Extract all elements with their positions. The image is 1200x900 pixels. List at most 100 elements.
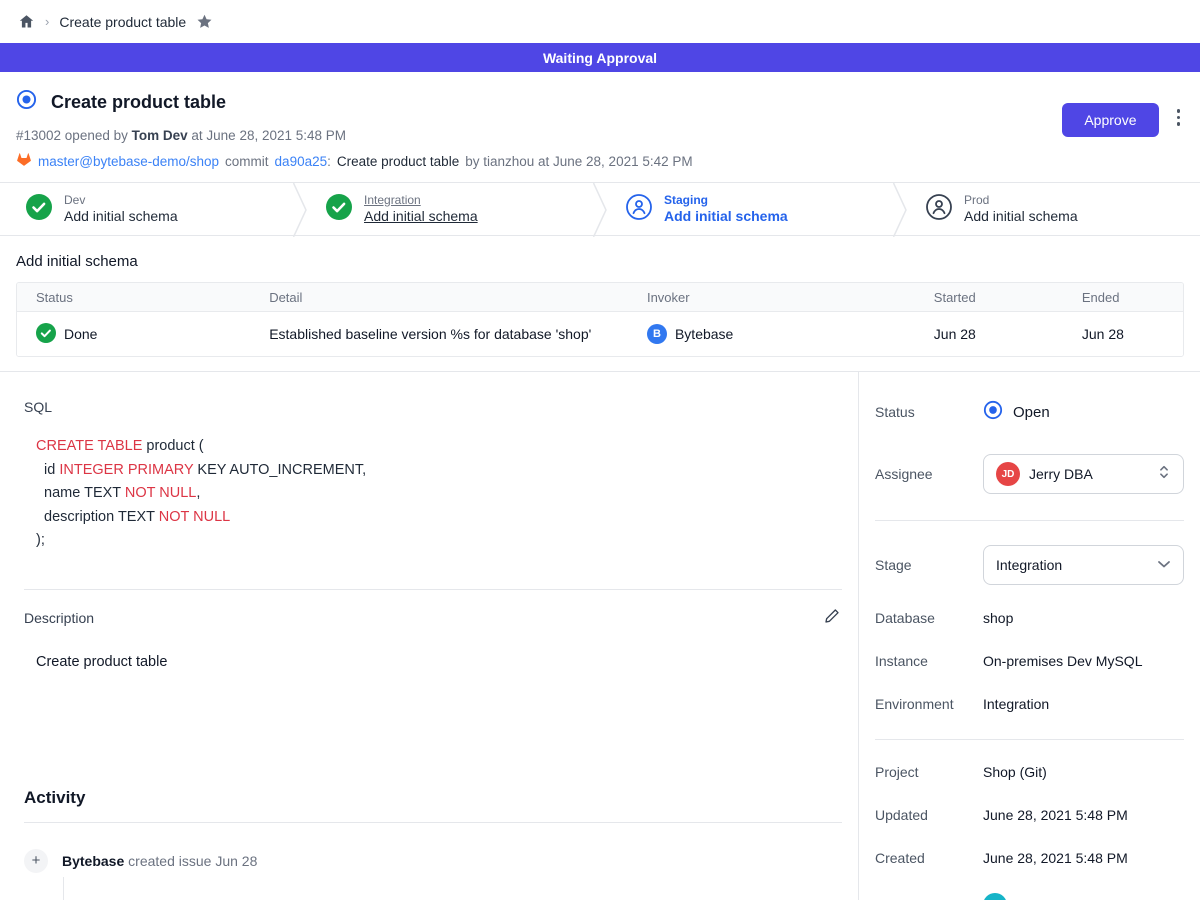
stage-separator xyxy=(893,183,907,237)
sql-label: SQL xyxy=(24,399,842,415)
stage-task-label: Add initial schema xyxy=(664,208,788,226)
vcs-line: master@bytebase-demo/shop commit da90a25… xyxy=(16,152,1062,170)
sql-line: ); xyxy=(36,529,842,553)
pipeline-stage-prod[interactable]: Prod Add initial schema xyxy=(900,183,1200,235)
stage-separator xyxy=(293,183,307,237)
status-open-icon xyxy=(983,400,1003,424)
invoker-avatar: B xyxy=(647,324,667,344)
stage-label: Stage xyxy=(875,557,983,573)
assignee-avatar: JD xyxy=(996,462,1020,486)
activity-action: created issue Jun 28 xyxy=(128,853,257,869)
pipeline-stage-integration[interactable]: Integration Add initial schema xyxy=(300,183,600,235)
home-icon[interactable] xyxy=(18,13,35,30)
issue-author: Tom Dev xyxy=(132,128,188,143)
vcs-byline: by tianzhou at June 28, 2021 5:42 PM xyxy=(465,154,692,169)
stage-separator xyxy=(593,183,607,237)
plus-icon: + xyxy=(24,849,48,873)
activity-title: Activity xyxy=(24,788,842,808)
task-started: Jun 28 xyxy=(915,326,1063,342)
main-column: SQL CREATE TABLE product ( id INTEGER PR… xyxy=(0,372,858,900)
project-value[interactable]: Shop (Git) xyxy=(983,764,1047,780)
chevron-updown-icon xyxy=(1157,464,1171,485)
task-table-header: Status Detail Invoker Started Ended xyxy=(17,283,1183,312)
creator-avatar: TD xyxy=(983,893,1007,900)
stage-task-label: Add initial schema xyxy=(964,208,1078,226)
stage-task-label: Add initial schema xyxy=(64,208,178,226)
vcs-commit-label: commit xyxy=(225,154,269,169)
stage-env-label: Dev xyxy=(64,193,178,208)
table-row[interactable]: Done Established baseline version %s for… xyxy=(17,312,1183,356)
issue-meta: #13002 opened by Tom Dev at June 28, 202… xyxy=(16,128,1062,143)
stage-select[interactable]: Integration xyxy=(983,545,1184,585)
environment-value: Integration xyxy=(983,696,1049,712)
instance-label: Instance xyxy=(875,653,983,669)
database-label: Database xyxy=(875,610,983,626)
star-icon[interactable] xyxy=(196,13,213,30)
issue-header: Create product table #13002 opened by To… xyxy=(0,72,1200,182)
timeline-connector xyxy=(63,877,64,900)
col-ended: Ended xyxy=(1063,290,1183,305)
sidebar-divider xyxy=(875,739,1184,740)
issue-open-icon xyxy=(16,89,37,115)
instance-value: On-premises Dev MySQL xyxy=(983,653,1142,669)
stage-env-label: Staging xyxy=(664,193,788,208)
activity-actor: Bytebase xyxy=(62,853,124,869)
list-item: + Bytebase created issue Jun 28 xyxy=(24,849,842,873)
status-label: Status xyxy=(875,404,983,420)
description-label: Description xyxy=(24,610,94,626)
environment-label: Environment xyxy=(875,696,983,712)
breadcrumb: › Create product table xyxy=(0,0,1200,43)
stage-pending-person-icon xyxy=(926,194,952,225)
chevron-right-icon: › xyxy=(45,14,49,29)
page-title: Create product table xyxy=(51,92,226,113)
task-section-title: Add initial schema xyxy=(16,253,1184,270)
more-actions-menu[interactable] xyxy=(1173,103,1185,132)
task-detail: Established baseline version %s for data… xyxy=(250,326,628,342)
vcs-commit-hash-link[interactable]: da90a25 xyxy=(275,154,328,169)
breadcrumb-title: Create product table xyxy=(59,14,186,30)
section-divider xyxy=(24,822,842,823)
updated-label: Updated xyxy=(875,807,983,823)
details-sidebar: Status Open Assignee JD Jerry DBA Stage xyxy=(858,372,1200,900)
assignee-select[interactable]: JD Jerry DBA xyxy=(983,454,1184,494)
project-label: Project xyxy=(875,764,983,780)
col-detail: Detail xyxy=(250,290,628,305)
sql-line: CREATE TABLE product ( xyxy=(36,435,842,459)
task-status: Done xyxy=(64,326,97,342)
gitlab-icon xyxy=(16,152,32,170)
sql-code-block: CREATE TABLE product ( id INTEGER PRIMAR… xyxy=(36,435,842,553)
chevron-down-icon xyxy=(1157,556,1171,574)
pipeline-stage-staging[interactable]: Staging Add initial schema xyxy=(600,183,900,235)
stage-done-icon xyxy=(326,194,352,225)
sql-line: id INTEGER PRIMARY KEY AUTO_INCREMENT, xyxy=(36,459,842,483)
sql-line: description TEXT NOT NULL xyxy=(36,506,842,530)
stage-value: Integration xyxy=(996,557,1148,573)
assignee-label: Assignee xyxy=(875,466,983,482)
stage-task-label[interactable]: Add initial schema xyxy=(364,208,478,226)
status-value: Open xyxy=(1013,404,1050,421)
assignee-value: Jerry DBA xyxy=(1029,466,1148,482)
stage-env-label: Prod xyxy=(964,193,1078,208)
approve-button[interactable]: Approve xyxy=(1062,103,1158,137)
sql-line: name TEXT NOT NULL, xyxy=(36,482,842,506)
approval-banner-text: Waiting Approval xyxy=(543,50,657,66)
issue-meta-prefix: #13002 opened by xyxy=(16,128,128,143)
pipeline-stage-dev[interactable]: Dev Add initial schema xyxy=(0,183,300,235)
stage-env-label[interactable]: Integration xyxy=(364,193,478,208)
created-label: Created xyxy=(875,850,983,866)
description-text: Create product table xyxy=(36,654,842,670)
edit-pencil-icon[interactable] xyxy=(822,606,842,631)
vcs-branch-link[interactable]: master@bytebase-demo/shop xyxy=(38,154,219,169)
col-status: Status xyxy=(17,290,250,305)
col-invoker: Invoker xyxy=(628,290,915,305)
col-started: Started xyxy=(915,290,1063,305)
task-ended: Jun 28 xyxy=(1063,326,1183,342)
sidebar-divider xyxy=(875,520,1184,521)
task-table: Status Detail Invoker Started Ended Done… xyxy=(16,282,1184,357)
task-invoker: Bytebase xyxy=(675,326,733,342)
issue-meta-time: at June 28, 2021 5:48 PM xyxy=(191,128,346,143)
done-check-icon xyxy=(36,323,56,346)
stage-done-icon xyxy=(26,194,52,225)
pipeline: Dev Add initial schema Integration Add i… xyxy=(0,182,1200,236)
created-value: June 28, 2021 5:48 PM xyxy=(983,850,1128,866)
